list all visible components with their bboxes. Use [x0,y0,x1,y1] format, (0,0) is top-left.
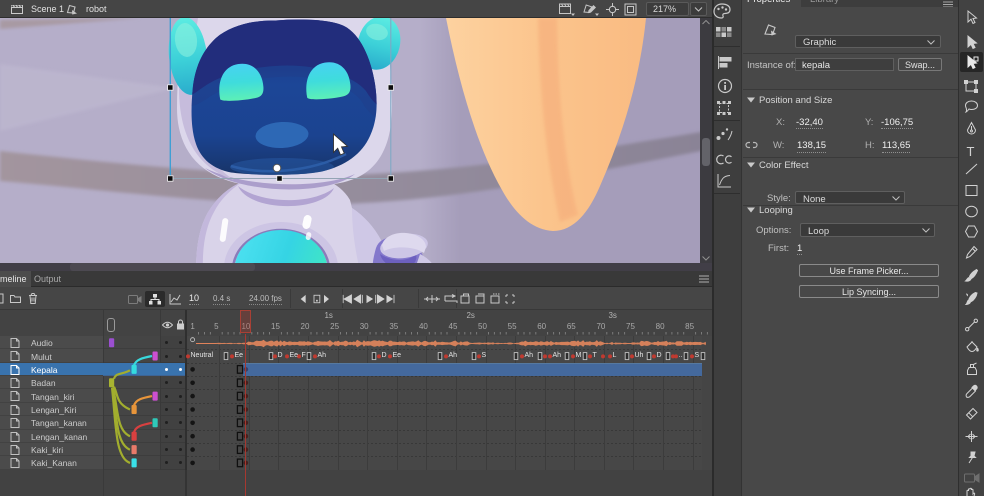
svg-text:T: T [967,144,975,159]
